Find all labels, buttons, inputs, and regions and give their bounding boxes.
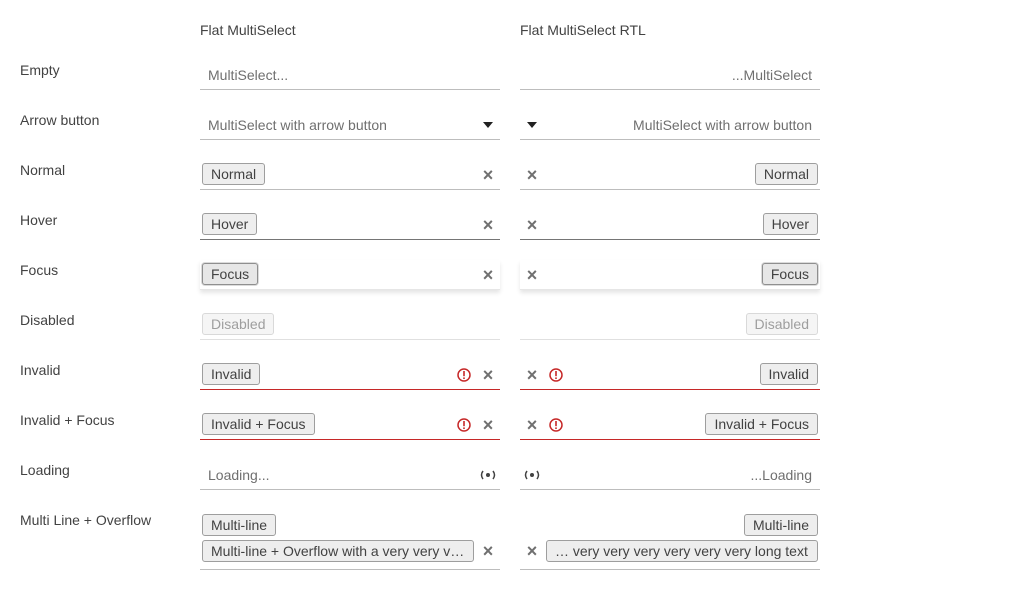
row-label-disabled: Disabled: [20, 312, 75, 328]
chevron-down-icon[interactable]: [480, 117, 496, 133]
multiselect-disabled: Disabled: [200, 310, 500, 340]
close-icon[interactable]: ×: [524, 542, 540, 560]
multiselect-invalid[interactable]: Invalid ×: [200, 360, 500, 390]
multiselect-placeholder: ...Loading: [750, 467, 813, 483]
row-label-arrow-button: Arrow button: [20, 112, 100, 128]
loading-icon: [480, 467, 496, 483]
close-icon[interactable]: ×: [524, 366, 540, 384]
multiselect-arrow-button[interactable]: MultiSelect with arrow button: [200, 110, 500, 140]
close-icon[interactable]: ×: [524, 266, 540, 284]
close-icon[interactable]: ×: [480, 366, 496, 384]
close-icon[interactable]: ×: [480, 542, 496, 560]
row-label-hover: Hover: [20, 212, 58, 228]
selected-chip-overflow[interactable]: Multi-line + Overflow with a very very v…: [202, 540, 474, 562]
close-icon[interactable]: ×: [480, 266, 496, 284]
selected-chip[interactable]: Hover: [762, 213, 818, 235]
multiselect-rtl-disabled: Disabled: [520, 310, 820, 340]
rtl-column-header: Flat MultiSelect RTL: [520, 22, 646, 38]
selected-chip[interactable]: Multi-line: [202, 514, 277, 536]
multiselect-loading[interactable]: Loading...: [200, 460, 500, 490]
multiselect-rtl-loading[interactable]: ...Loading: [520, 460, 820, 490]
multiselect-placeholder: ...MultiSelect: [731, 67, 812, 83]
multiselect-rtl-normal[interactable]: × Normal: [520, 160, 820, 190]
multiselect-rtl-hover[interactable]: × Hover: [520, 210, 820, 240]
disabled-chip: Disabled: [745, 313, 818, 335]
multiselect-empty[interactable]: MultiSelect...: [200, 60, 500, 90]
close-icon[interactable]: ×: [524, 416, 540, 434]
row-label-empty: Empty: [20, 62, 60, 78]
selected-chip-overflow[interactable]: … very very very very very very long tex…: [546, 540, 818, 562]
selected-chip[interactable]: Invalid: [759, 363, 818, 385]
multiselect-hover[interactable]: Hover ×: [200, 210, 500, 240]
selected-chip[interactable]: Normal: [202, 163, 266, 185]
selected-chip[interactable]: Invalid + Focus: [202, 413, 315, 435]
close-icon[interactable]: ×: [524, 216, 540, 234]
row-label-multiline-overflow: Multi Line + Overflow: [20, 512, 152, 528]
multiselect-rtl-multiline-overflow[interactable]: Multi-line × … very very very very very …: [520, 512, 820, 570]
error-icon: [548, 417, 564, 433]
selected-chip[interactable]: Invalid: [202, 363, 261, 385]
close-icon[interactable]: ×: [480, 416, 496, 434]
multiselect-placeholder: MultiSelect with arrow button: [208, 117, 387, 133]
error-icon: [456, 417, 472, 433]
selected-chip[interactable]: Invalid + Focus: [705, 413, 818, 435]
row-label-focus: Focus: [20, 262, 59, 278]
row-label-invalid: Invalid: [20, 362, 61, 378]
multiselect-placeholder: Loading...: [208, 467, 270, 483]
error-icon: [548, 367, 564, 383]
multiselect-placeholder: MultiSelect with arrow button: [633, 117, 812, 133]
multiselect-normal[interactable]: Normal ×: [200, 160, 500, 190]
selected-chip[interactable]: Multi-line: [743, 514, 818, 536]
multiselect-rtl-invalid-focus[interactable]: × Invalid + Focus: [520, 410, 820, 440]
disabled-chip: Disabled: [202, 313, 275, 335]
multiselect-rtl-focus[interactable]: × Focus: [520, 260, 820, 290]
close-icon[interactable]: ×: [524, 166, 540, 184]
selected-chip[interactable]: Focus: [202, 263, 259, 285]
multiselect-invalid-focus[interactable]: Invalid + Focus ×: [200, 410, 500, 440]
multiselect-rtl-empty[interactable]: ...MultiSelect: [520, 60, 820, 90]
loading-icon: [524, 467, 540, 483]
row-label-invalid-focus: Invalid + Focus: [20, 412, 115, 428]
row-label-normal: Normal: [20, 162, 66, 178]
multiselect-multiline-overflow[interactable]: Multi-line Multi-line + Overflow with a …: [200, 512, 500, 570]
multiselect-focus[interactable]: Focus ×: [200, 260, 500, 290]
ltr-column-header: Flat MultiSelect: [200, 22, 296, 38]
multiselect-placeholder: MultiSelect...: [208, 67, 289, 83]
multiselect-rtl-invalid[interactable]: × Invalid: [520, 360, 820, 390]
chevron-down-icon[interactable]: [524, 117, 540, 133]
close-icon[interactable]: ×: [480, 216, 496, 234]
close-icon[interactable]: ×: [480, 166, 496, 184]
error-icon: [456, 367, 472, 383]
selected-chip[interactable]: Hover: [202, 213, 258, 235]
selected-chip[interactable]: Normal: [754, 163, 818, 185]
multiselect-rtl-arrow-button[interactable]: MultiSelect with arrow button: [520, 110, 820, 140]
selected-chip[interactable]: Focus: [761, 263, 818, 285]
row-label-loading: Loading: [20, 462, 70, 478]
